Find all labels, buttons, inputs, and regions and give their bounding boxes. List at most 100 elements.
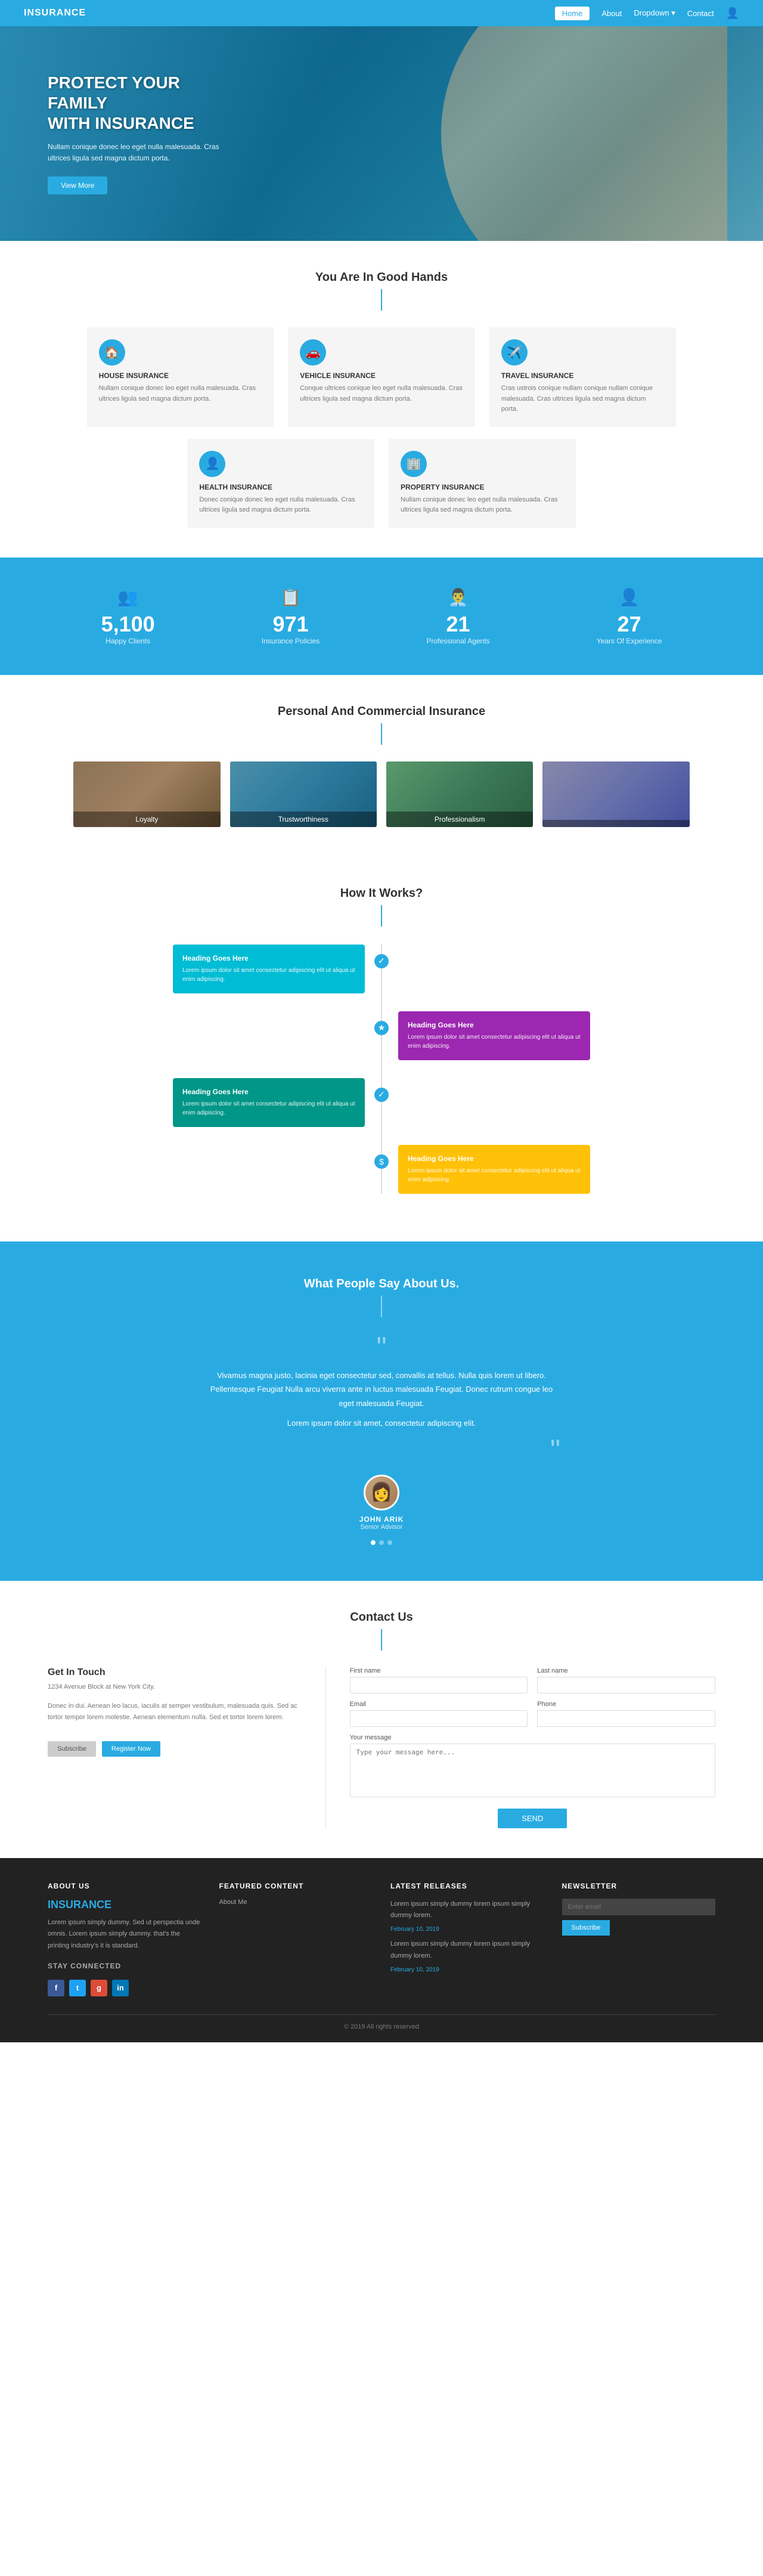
pc-images: Loyalty Trustworthiness Professionalism — [48, 761, 715, 827]
first-name-input[interactable] — [350, 1677, 528, 1693]
list-item: ✈️ TRAVEL INSURANCE Cras ustrois conique… — [489, 327, 677, 427]
card-text: Cras ustrois conique nullam conique null… — [501, 383, 665, 415]
subscribe-button[interactable]: Subscribe — [48, 1741, 96, 1757]
footer-featured-link[interactable]: About Me — [219, 1899, 373, 1906]
last-name-group: Last name — [537, 1667, 715, 1693]
card-title: PROPERTY INSURANCE — [401, 483, 564, 491]
stat-item: 👨‍💼 21 Professional Agents — [426, 587, 489, 645]
news-date-1: February 10, 2019 — [390, 1926, 439, 1933]
step-box-purple: Heading Goes Here Lorem ipsum dolor sit … — [398, 1011, 590, 1060]
card-title: HOUSE INSURANCE — [99, 371, 262, 380]
hero-bg — [441, 26, 727, 241]
stat-label: Insurance Policies — [262, 637, 320, 645]
step-box-cyan: Heading Goes Here Lorem ipsum dolor sit … — [173, 945, 365, 993]
list-item: 🚗 VEHICLE INSURANCE Conque ultrices coni… — [288, 327, 475, 427]
travel-icon: ✈️ — [501, 339, 528, 366]
timeline-box: Heading Goes Here Lorem ipsum dolor sit … — [173, 945, 365, 993]
card-text: Donec conique donec leo eget nulla males… — [199, 495, 362, 516]
contact-description: Donec in dui. Aenean leo lacus, iaculis … — [48, 1701, 302, 1723]
timeline-dot-3: ✓ — [374, 1088, 389, 1102]
step-text: Lorem ipsum dolor sit amet consectetur a… — [408, 1033, 581, 1051]
insurance-cards: 🏠 HOUSE INSURANCE Nullam conique donec l… — [48, 327, 715, 427]
timeline-box: Heading Goes Here Lorem ipsum dolor sit … — [398, 1011, 590, 1060]
dot-2[interactable] — [379, 1540, 384, 1545]
register-button[interactable]: Register Now — [102, 1741, 160, 1757]
news-item-2: Lorem ipsum simply dummy lorem ipsum sim… — [390, 1939, 544, 1973]
step-box-yellow: Heading Goes Here Lorem ipsum dolor sit … — [398, 1145, 590, 1194]
timeline-dot-2: ★ — [374, 1021, 389, 1035]
google-button[interactable]: g — [91, 1980, 107, 1996]
email-input[interactable] — [350, 1710, 528, 1727]
timeline: Heading Goes Here Lorem ipsum dolor sit … — [173, 945, 590, 1194]
contact-title: Contact Us — [48, 1611, 715, 1624]
footer-about-title: ABOUT US — [48, 1882, 201, 1890]
stat-number: 5,100 — [101, 612, 155, 637]
good-hands-section: You Are In Good Hands 🏠 HOUSE INSURANCE … — [0, 241, 763, 558]
step-box-teal: Heading Goes Here Lorem ipsum dolor sit … — [173, 1078, 365, 1127]
testimonial-name: JOHN ARIK — [203, 1515, 560, 1524]
dot-3[interactable] — [387, 1540, 392, 1545]
quote-open-icon: " — [203, 1334, 560, 1363]
newsletter-subscribe-button[interactable]: Subscribe — [562, 1920, 610, 1936]
send-button[interactable]: SEND — [498, 1809, 567, 1828]
stat-label: Happy Clients — [101, 637, 155, 645]
stat-label: Years Of Experience — [597, 637, 662, 645]
card-title: TRAVEL INSURANCE — [501, 371, 665, 380]
message-input[interactable] — [350, 1744, 715, 1797]
nav-contact[interactable]: Contact — [687, 9, 714, 18]
nav-dropdown[interactable]: Dropdown ▾ — [634, 8, 675, 18]
facebook-button[interactable]: f — [48, 1980, 64, 1996]
stat-label: Professional Agents — [426, 637, 489, 645]
stay-connected-label: STAY CONNECTED — [48, 1962, 201, 1970]
contact-left: Get In Touch 1234 Avenue Block at New Yo… — [48, 1667, 302, 1828]
section-divider-c — [381, 1629, 382, 1651]
contact-buttons: Subscribe Register Now — [48, 1741, 302, 1757]
first-name-group: First name — [350, 1667, 528, 1693]
linkedin-button[interactable]: in — [112, 1980, 129, 1996]
phone-input[interactable] — [537, 1710, 715, 1727]
step-text: Lorem ipsum dolor sit amet consectetur a… — [182, 1100, 355, 1117]
contact-form: First name Last name Email Phone — [350, 1667, 715, 1828]
experience-icon: 👤 — [597, 587, 662, 607]
phone-group: Phone — [537, 1701, 715, 1727]
pc-title: Personal And Commercial Insurance — [48, 705, 715, 719]
form-contact-row: Email Phone — [350, 1701, 715, 1727]
section-divider — [381, 289, 382, 311]
pc-label — [542, 820, 689, 827]
timeline-box: Heading Goes Here Lorem ipsum dolor sit … — [398, 1145, 590, 1194]
navbar: INSURANCE Home About Dropdown ▾ Contact … — [0, 0, 763, 26]
quote-close-icon: " — [203, 1436, 560, 1465]
testimonial-role: Senior Advisor — [203, 1524, 560, 1531]
list-item: Loyalty — [73, 761, 220, 827]
footer-logo: INSURANCE — [48, 1899, 201, 1911]
list-item: Trustworthiness — [230, 761, 377, 827]
nav-home[interactable]: Home — [555, 7, 590, 20]
step-text: Lorem ipsum dolor sit amet consectetur a… — [182, 966, 355, 984]
last-name-label: Last name — [537, 1667, 715, 1674]
hero-cta-button[interactable]: View More — [48, 177, 107, 194]
avatar: 👩 — [364, 1475, 399, 1510]
contact-heading: Get In Touch — [48, 1667, 302, 1678]
stat-item: 👤 27 Years Of Experience — [597, 587, 662, 645]
timeline-step-2: Heading Goes Here Lorem ipsum dolor sit … — [173, 1011, 590, 1060]
news-date-2: February 10, 2019 — [390, 1967, 439, 1973]
last-name-input[interactable] — [537, 1677, 715, 1693]
contact-section: Contact Us Get In Touch 1234 Avenue Bloc… — [0, 1581, 763, 1858]
form-name-row: First name Last name — [350, 1667, 715, 1693]
newsletter-input[interactable] — [562, 1899, 716, 1915]
dot-1[interactable] — [371, 1540, 376, 1545]
testimonials-title: What People Say About Us. — [48, 1277, 715, 1291]
card-title: VEHICLE INSURANCE — [300, 371, 463, 380]
footer-about-text: Lorem ipsum simply dummy. Sed ut perspec… — [48, 1917, 201, 1952]
step-title: Heading Goes Here — [408, 1021, 581, 1029]
list-item: Professionalism — [386, 761, 533, 827]
news-text-1: Lorem ipsum simply dummy lorem ipsum sim… — [390, 1899, 544, 1922]
news-text-2: Lorem ipsum simply dummy lorem ipsum sim… — [390, 1939, 544, 1962]
pc-label: Loyalty — [73, 812, 220, 827]
nav-user-icon: 👤 — [726, 7, 739, 20]
nav-about[interactable]: About — [601, 9, 622, 18]
twitter-button[interactable]: t — [69, 1980, 86, 1996]
timeline-step-1: Heading Goes Here Lorem ipsum dolor sit … — [173, 945, 590, 993]
house-icon: 🏠 — [99, 339, 125, 366]
contact-inner: Get In Touch 1234 Avenue Block at New Yo… — [48, 1667, 715, 1828]
